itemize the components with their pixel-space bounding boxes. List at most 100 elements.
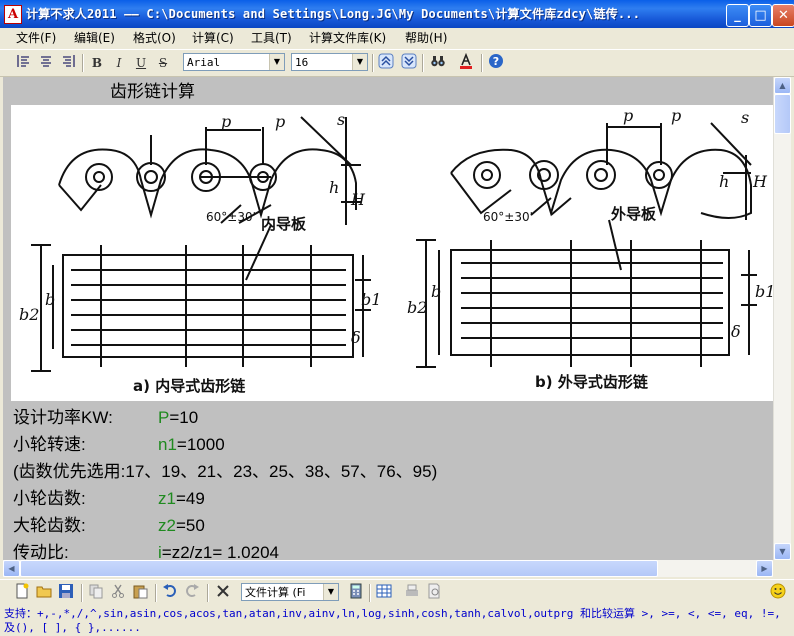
minimize-button[interactable]: _ <box>726 4 749 27</box>
var-expression: =1000 <box>176 435 225 454</box>
label-h: h <box>719 172 729 191</box>
align-center-icon[interactable] <box>36 53 56 73</box>
underline-button[interactable]: U <box>131 53 151 73</box>
label-p: p <box>275 112 285 131</box>
font-color-icon[interactable] <box>456 52 476 73</box>
menu-calculate[interactable]: 计算(C) <box>192 30 234 46</box>
align-left-icon[interactable] <box>14 53 34 73</box>
move-down-icon[interactable] <box>399 53 419 73</box>
label-delta: δ <box>731 322 741 341</box>
var-expression: =50 <box>175 516 205 535</box>
menu-format[interactable]: 格式(O) <box>133 30 176 46</box>
font-name-select[interactable]: Arial ▼ <box>183 53 285 71</box>
paste-icon[interactable] <box>130 583 150 603</box>
maximize-button[interactable]: □ <box>749 4 772 27</box>
table-icon[interactable] <box>374 583 394 603</box>
chevron-down-icon[interactable]: ▼ <box>269 54 284 70</box>
line-small-wheel-teeth[interactable]: 小轮齿数: z1=49 <box>13 488 205 510</box>
label-angle: 60°±30' <box>206 210 256 224</box>
var-name: z1 <box>158 489 176 508</box>
line-label: 小轮齿数: <box>13 489 86 508</box>
new-file-icon[interactable] <box>12 583 32 603</box>
sheet-title: 齿形链计算 <box>110 82 195 102</box>
line-design-power[interactable]: 设计功率KW: P=10 <box>13 407 198 429</box>
toolbar-separator <box>155 584 157 602</box>
scroll-down-icon[interactable]: ▼ <box>774 543 791 560</box>
vertical-scrollbar[interactable]: ▲ ▼ <box>773 77 791 560</box>
var-name: n1 <box>158 435 177 454</box>
close-button[interactable]: ✕ <box>772 4 794 27</box>
font-size-select[interactable]: 16 ▼ <box>291 53 368 71</box>
chevron-down-icon[interactable]: ▼ <box>352 54 367 70</box>
app-icon[interactable]: A <box>4 5 22 24</box>
smiley-icon[interactable] <box>768 583 788 603</box>
find-binoculars-icon[interactable] <box>428 53 448 73</box>
line-label: 大轮齿数: <box>13 516 86 535</box>
line-label: (齿数优先选用:17、19、21、23、25、38、57、76、95) <box>13 462 438 481</box>
cut-icon[interactable] <box>108 583 128 603</box>
toothed-chain-diagram: p p s h H p p s h H b2 b b1 δ b2 b b1 <box>11 105 773 401</box>
var-expression: =49 <box>175 489 205 508</box>
toolbar-separator <box>207 584 209 602</box>
title-bar[interactable]: A 计算不求人2011 —— C:\Documents and Settings… <box>0 0 794 28</box>
format-toolbar: B I U S Arial ▼ 16 ▼ ? <box>0 49 794 77</box>
scroll-right-icon[interactable]: ▶ <box>756 560 773 577</box>
menu-bar: 文件(F) 编辑(E) 格式(O) 计算(C) 工具(T) 计算文件库(K) 帮… <box>0 28 794 48</box>
open-folder-icon[interactable] <box>34 583 54 603</box>
menu-file[interactable]: 文件(F) <box>16 30 56 46</box>
label-p: p <box>623 106 633 125</box>
line-transmission-ratio[interactable]: 传动比: i=z2/z1= 1.0204 <box>13 542 279 560</box>
print-preview-icon[interactable] <box>424 583 444 603</box>
help-icon[interactable]: ? <box>486 53 506 73</box>
copy-icon[interactable] <box>86 583 106 603</box>
label-b: b <box>431 282 441 301</box>
toolbar-separator <box>81 584 83 602</box>
align-right-icon[interactable] <box>58 53 78 73</box>
move-up-icon[interactable] <box>376 53 396 73</box>
label-b2: b2 <box>19 305 39 324</box>
line-label: 设计功率KW: <box>13 408 113 427</box>
var-name: P <box>158 408 170 427</box>
print-icon[interactable] <box>402 583 422 603</box>
label-outer-plate: 外导板 <box>610 205 657 223</box>
calc-mode-select[interactable]: 文件计算 (Fi ▼ <box>241 583 339 601</box>
save-icon[interactable] <box>56 583 76 603</box>
label-delta: δ <box>351 328 361 347</box>
delete-icon[interactable] <box>213 583 233 603</box>
menu-tools[interactable]: 工具(T) <box>251 30 292 46</box>
redo-icon[interactable] <box>182 583 202 603</box>
italic-button[interactable]: I <box>109 53 129 73</box>
label-p: p <box>221 112 231 131</box>
menu-edit[interactable]: 编辑(E) <box>74 30 115 46</box>
bold-button[interactable]: B <box>87 53 107 73</box>
undo-icon[interactable] <box>160 583 180 603</box>
horizontal-scrollbar[interactable]: ◀ ▶ <box>3 560 773 577</box>
menu-help[interactable]: 帮助(H) <box>405 30 447 46</box>
caption-outer-guide: b) 外导式齿形链 <box>535 373 649 391</box>
strikethrough-button[interactable]: S <box>153 53 173 73</box>
scroll-left-icon[interactable]: ◀ <box>3 560 20 577</box>
var-name: z2 <box>158 516 176 535</box>
toolbar-separator <box>372 54 374 72</box>
toolbar-separator <box>369 584 371 602</box>
label-h: h <box>329 178 339 197</box>
line-teeth-note[interactable]: (齿数优先选用:17、19、21、23、25、38、57、76、95) <box>13 461 437 483</box>
toolbar-separator <box>82 54 84 72</box>
label-inner-plate: 内导板 <box>261 215 307 233</box>
scroll-up-icon[interactable]: ▲ <box>774 77 791 94</box>
line-label: 小轮转速: <box>13 435 86 454</box>
horizontal-scroll-thumb[interactable] <box>20 560 658 577</box>
label-H: H <box>752 172 768 191</box>
menu-calc-library[interactable]: 计算文件库(K) <box>309 30 386 46</box>
chevron-down-icon[interactable]: ▼ <box>323 584 338 600</box>
label-b1: b1 <box>755 282 773 301</box>
toolbar-separator <box>481 54 483 72</box>
calculator-icon[interactable] <box>346 583 366 603</box>
var-expression: =10 <box>169 408 199 427</box>
line-large-wheel-teeth[interactable]: 大轮齿数: z2=50 <box>13 515 205 537</box>
vertical-scroll-thumb[interactable] <box>774 94 791 134</box>
line-small-wheel-speed[interactable]: 小轮转速: n1=1000 <box>13 434 225 456</box>
font-size-value: 16 <box>295 56 309 69</box>
calc-sheet[interactable]: 齿形链计算 p p s h H p p s h H b2 b b1 δ b2 b… <box>3 77 773 560</box>
app-window: A 计算不求人2011 —— C:\Documents and Settings… <box>0 0 794 636</box>
